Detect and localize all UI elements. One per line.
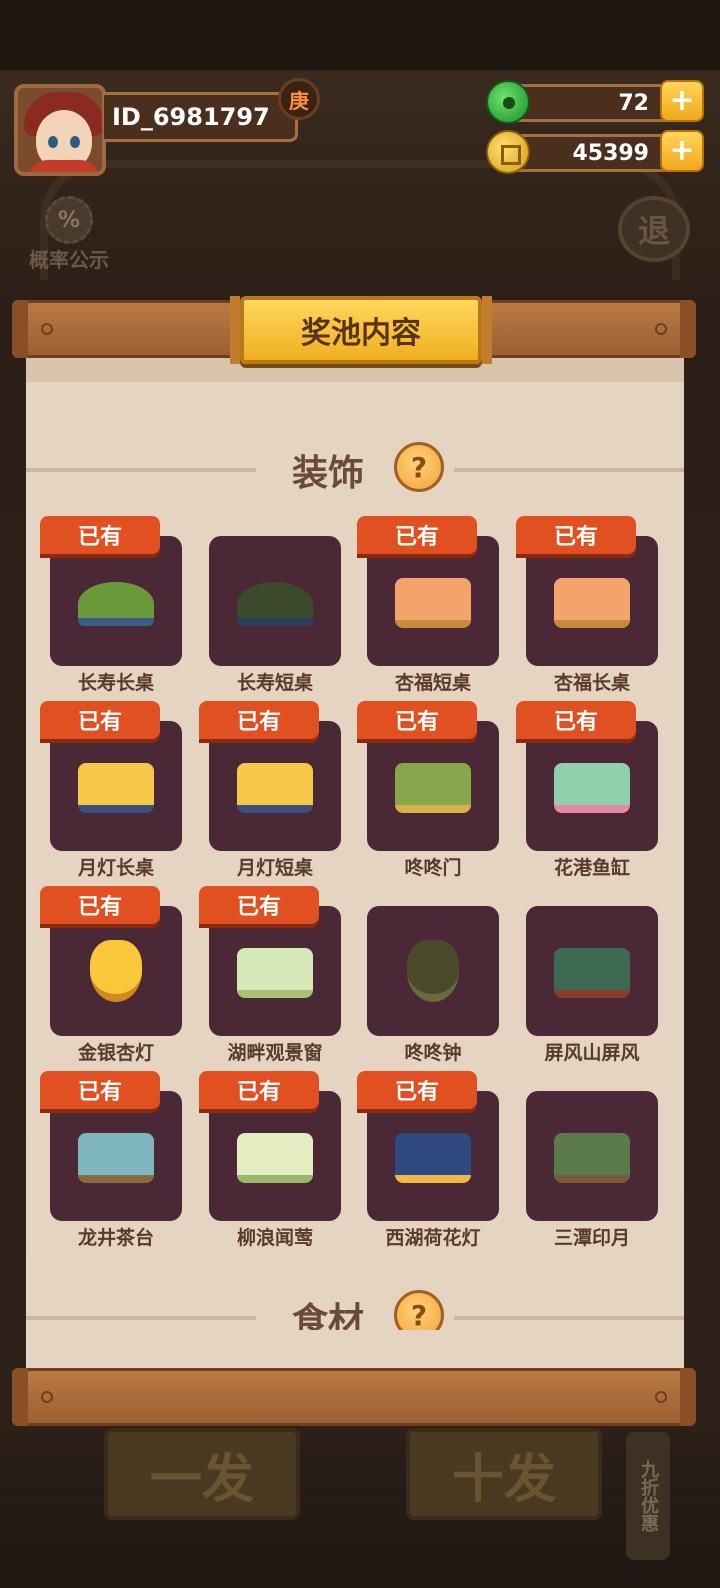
exit-button[interactable]: 退 xyxy=(618,196,690,262)
nail xyxy=(41,1391,53,1403)
item-card[interactable] xyxy=(367,906,499,1036)
item-card[interactable] xyxy=(526,906,658,1036)
divider xyxy=(454,1316,684,1320)
divider xyxy=(454,468,684,472)
item-card[interactable] xyxy=(209,1091,341,1221)
item-name: 金银杏灯 xyxy=(77,1042,154,1064)
probability-button[interactable]: % 概率公示 xyxy=(22,196,116,272)
teapot-dark-icon xyxy=(237,582,313,626)
item-name: 月灯长桌 xyxy=(77,857,154,879)
item-card[interactable] xyxy=(526,1091,658,1221)
avatar-eye xyxy=(70,136,80,148)
avatar-eye xyxy=(48,136,58,148)
nail xyxy=(41,323,53,335)
owned-tag: 已有 xyxy=(516,701,636,739)
item-card[interactable] xyxy=(50,1091,182,1221)
scene-icon xyxy=(554,1133,630,1183)
panel-scroll-clip xyxy=(26,1330,684,1370)
add-jade-button[interactable]: + xyxy=(660,80,704,122)
discount-tag: 九折优惠 xyxy=(626,1432,670,1560)
avatar-body xyxy=(28,160,100,172)
item-name: 长寿短桌 xyxy=(236,672,313,694)
tea-icon xyxy=(78,1133,154,1183)
owned-tag: 已有 xyxy=(40,516,160,554)
game-screen: { "player": { "id": "ID_6981797", "badge… xyxy=(0,0,720,1588)
bell-icon xyxy=(407,940,459,1002)
divider xyxy=(26,1316,256,1320)
owned-tag: 已有 xyxy=(40,886,160,924)
item-card[interactable] xyxy=(526,721,658,851)
tank-icon xyxy=(554,763,630,813)
item-card[interactable] xyxy=(367,536,499,666)
item-name: 咚咚门 xyxy=(404,857,462,879)
plank-cap xyxy=(680,300,696,358)
teapot-icon xyxy=(78,582,154,626)
item-name: 杏福长桌 xyxy=(553,672,630,694)
window2-icon xyxy=(237,1133,313,1183)
player-id: ID_6981797 xyxy=(104,92,298,142)
bottom-plank xyxy=(12,1368,696,1426)
owned-tag: 已有 xyxy=(199,1071,319,1109)
item-card[interactable] xyxy=(526,536,658,666)
item-name: 咚咚钟 xyxy=(404,1042,462,1064)
item-name: 湖畔观景窗 xyxy=(227,1042,323,1064)
avatar[interactable] xyxy=(14,84,106,176)
status-bar xyxy=(0,0,720,70)
item-card[interactable] xyxy=(367,721,499,851)
item-name: 长寿长桌 xyxy=(77,672,154,694)
plank-cap xyxy=(12,300,28,358)
add-coin-button[interactable]: + xyxy=(660,130,704,172)
item-name: 三潭印月 xyxy=(553,1227,630,1249)
item-name: 屏风山屏风 xyxy=(544,1042,640,1064)
percent-icon: % xyxy=(45,196,93,244)
moon-icon xyxy=(237,763,313,813)
ten-draw-button: 十发 xyxy=(406,1428,602,1520)
owned-tag: 已有 xyxy=(40,701,160,739)
item-card[interactable] xyxy=(209,721,341,851)
item-card[interactable] xyxy=(50,906,182,1036)
item-card[interactable] xyxy=(209,906,341,1036)
moon-icon xyxy=(78,763,154,813)
screen-icon xyxy=(554,948,630,998)
item-name: 月灯短桌 xyxy=(236,857,313,879)
peach-icon xyxy=(554,578,630,628)
rank-badge[interactable]: 庚 xyxy=(278,78,320,120)
lamp-icon xyxy=(395,1133,471,1183)
lantern-icon xyxy=(90,940,142,1002)
peach-icon xyxy=(395,578,471,628)
owned-tag: 已有 xyxy=(199,886,319,924)
probability-label: 概率公示 xyxy=(29,248,109,272)
single-draw-button: 一发 xyxy=(104,1428,300,1520)
help-icon[interactable]: ? xyxy=(394,442,444,492)
item-name: 花港鱼缸 xyxy=(553,857,630,879)
item-name: 杏福短桌 xyxy=(394,672,471,694)
item-name: 柳浪闻莺 xyxy=(236,1227,313,1249)
plank-cap xyxy=(12,1368,28,1426)
owned-tag: 已有 xyxy=(357,516,477,554)
owned-tag: 已有 xyxy=(357,1071,477,1109)
divider xyxy=(26,468,256,472)
owned-tag: 已有 xyxy=(357,701,477,739)
owned-tag: 已有 xyxy=(40,1071,160,1109)
item-card[interactable] xyxy=(367,1091,499,1221)
section-label: 装饰 xyxy=(292,453,365,494)
window-icon xyxy=(237,948,313,998)
item-name: 西湖荷花灯 xyxy=(385,1227,481,1249)
owned-tag: 已有 xyxy=(516,516,636,554)
gate-icon xyxy=(395,763,471,813)
nail xyxy=(655,1391,667,1403)
background-arch xyxy=(40,160,680,280)
item-card[interactable] xyxy=(50,536,182,666)
item-card[interactable] xyxy=(50,721,182,851)
jade-icon xyxy=(486,80,530,124)
item-name: 龙井茶台 xyxy=(77,1227,154,1249)
item-card[interactable] xyxy=(209,536,341,666)
nail xyxy=(655,323,667,335)
coin-icon xyxy=(486,130,530,174)
plank-cap xyxy=(680,1368,696,1426)
owned-tag: 已有 xyxy=(199,701,319,739)
section-header-decor: 装饰 ? xyxy=(26,440,684,500)
modal-title: 奖池内容 xyxy=(230,296,492,364)
